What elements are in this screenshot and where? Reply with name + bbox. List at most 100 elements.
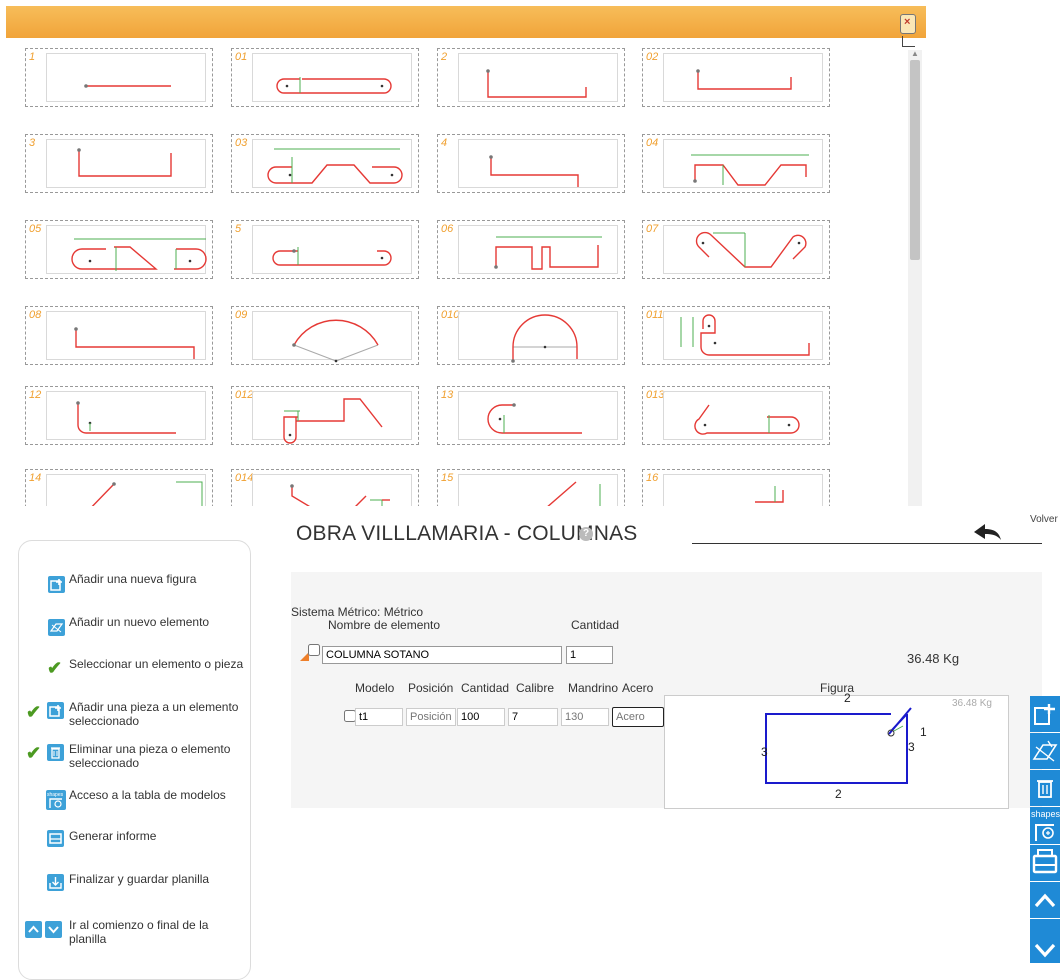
- legend-navigate-line2: planilla: [69, 932, 107, 946]
- shape-preview: [84, 84, 171, 88]
- chevron-up-icon: [25, 921, 42, 938]
- add-piece-icon: [47, 702, 64, 719]
- add-figure-icon: [48, 576, 65, 593]
- shape-preview: [494, 236, 602, 270]
- element-checkbox[interactable]: [308, 644, 320, 656]
- close-icon: ×: [904, 16, 911, 28]
- legend-navigate-line1: Ir al comienzo o final de la: [69, 918, 209, 932]
- scroll-up-arrow[interactable]: ▲: [908, 50, 922, 58]
- cantidad-input[interactable]: [457, 708, 505, 726]
- title-underline: [692, 543, 1042, 544]
- shape-tile[interactable]: 13: [437, 386, 625, 445]
- shape-tile[interactable]: 2: [437, 48, 625, 107]
- quantity-header: Cantidad: [571, 618, 620, 632]
- shape-tile[interactable]: 013: [642, 386, 830, 445]
- dim-label: 3: [908, 740, 915, 754]
- legend-navigate: Ir al comienzo o final de la planilla: [69, 918, 208, 946]
- mandrino-input[interactable]: [561, 708, 609, 726]
- check-icon: ✔: [26, 702, 42, 722]
- close-button[interactable]: ×: [900, 14, 916, 34]
- shape-preview: [487, 403, 582, 434]
- check-icon: ✔: [26, 743, 42, 763]
- shape-preview: [71, 238, 207, 271]
- element-name-header: Nombre de elemento: [328, 618, 441, 632]
- legend-save: Finalizar y guardar planilla: [69, 872, 210, 886]
- shape-tile[interactable]: 06: [437, 220, 625, 279]
- element-quantity-input[interactable]: [566, 646, 613, 664]
- shape-tile[interactable]: 04: [642, 134, 830, 193]
- col-cantidad: Cantidad: [461, 681, 510, 695]
- shapes-text: shapes: [1031, 809, 1060, 819]
- legend-models-table: Acceso a la tabla de modelos: [69, 788, 226, 802]
- shape-preview: [276, 77, 392, 94]
- trash-icon: [1037, 780, 1053, 798]
- shapes-icon: shapes: [1031, 809, 1060, 841]
- shape-preview: [547, 481, 601, 506]
- scrollbar[interactable]: ▲: [908, 50, 922, 506]
- add-figure-button[interactable]: [1030, 696, 1060, 732]
- legend-add-element: Añadir un nuevo elemento: [69, 615, 210, 629]
- corner-bracket: [902, 36, 915, 47]
- help-icon[interactable]: ?: [579, 527, 593, 541]
- legend-report: Generar informe: [69, 829, 157, 843]
- shape-tile[interactable]: 5: [231, 220, 419, 279]
- shape-preview: [77, 148, 172, 177]
- shape-preview: [694, 404, 800, 435]
- shape-tile[interactable]: 4: [437, 134, 625, 193]
- scroll-top-button[interactable]: [1030, 882, 1060, 918]
- shape-preview: [283, 398, 383, 444]
- shape-tile[interactable]: 05: [25, 220, 213, 279]
- shape-tile[interactable]: 014: [231, 469, 419, 506]
- shape-preview: [267, 148, 403, 184]
- shape-tile[interactable]: 012: [231, 386, 419, 445]
- save-icon: [47, 874, 64, 891]
- chevron-down-icon: [45, 921, 62, 938]
- acero-input[interactable]: [612, 707, 664, 727]
- back-arrow-icon: [974, 524, 1001, 540]
- shape-preview: [489, 155, 579, 187]
- shape-tile[interactable]: 1: [25, 48, 213, 107]
- shapes-icon-text: shapes: [47, 792, 64, 798]
- shape-preview: [292, 319, 379, 363]
- shape-tile[interactable]: 01: [231, 48, 419, 107]
- shape-tile[interactable]: 12: [25, 386, 213, 445]
- back-label: Volver: [1030, 514, 1058, 525]
- dim-label: 1: [920, 725, 927, 739]
- print-button[interactable]: [1030, 845, 1060, 881]
- back-button[interactable]: Volver: [970, 512, 1058, 540]
- shape-tile[interactable]: 03: [231, 134, 419, 193]
- delete-button[interactable]: [1030, 770, 1060, 806]
- posicion-input[interactable]: [406, 708, 456, 726]
- shape-tile[interactable]: 08: [25, 306, 213, 365]
- shape-picker-dialog: × ▲ 1 01 2 02 3 03 4 04 05 5 06 07 08 09…: [6, 6, 926, 506]
- shape-tile[interactable]: 14: [25, 469, 213, 506]
- legend-add-piece: Añadir una pieza a un elemento selecciona…: [69, 700, 238, 728]
- models-table-button[interactable]: shapes: [1030, 807, 1060, 844]
- shape-tile[interactable]: 15: [437, 469, 625, 506]
- figure-preview: 36.48 Kg 2 1 3 3 2: [664, 691, 1009, 809]
- shape-tile[interactable]: 011: [642, 306, 830, 365]
- shape-preview: [76, 401, 176, 434]
- calibre-input[interactable]: [508, 708, 558, 726]
- shape-tile[interactable]: 09: [231, 306, 419, 365]
- legend-delete: Eliminar una pieza o elemento seleccionad…: [69, 742, 230, 770]
- add-element-button[interactable]: [1030, 733, 1060, 769]
- scroll-thumb[interactable]: [910, 60, 920, 260]
- scroll-bottom-button[interactable]: [1030, 919, 1060, 963]
- trash-icon: [47, 744, 64, 761]
- shape-tile[interactable]: 3: [25, 134, 213, 193]
- shape-tile[interactable]: 02: [642, 48, 830, 107]
- shape-tile[interactable]: 010: [437, 306, 625, 365]
- add-element-icon: [48, 619, 65, 636]
- col-modelo: Modelo: [355, 681, 395, 695]
- add-figure-icon: [1034, 704, 1055, 725]
- col-posicion: Posición: [408, 681, 454, 695]
- print-icon: [1032, 849, 1058, 874]
- element-name-input[interactable]: [322, 646, 562, 664]
- chevron-up-icon: [1034, 893, 1056, 908]
- modelo-input[interactable]: [355, 708, 403, 726]
- shape-preview: [680, 314, 810, 356]
- shape-tile[interactable]: 16: [642, 469, 830, 506]
- legend-delete-line2: seleccionado: [69, 756, 140, 770]
- shape-tile[interactable]: 07: [642, 220, 830, 279]
